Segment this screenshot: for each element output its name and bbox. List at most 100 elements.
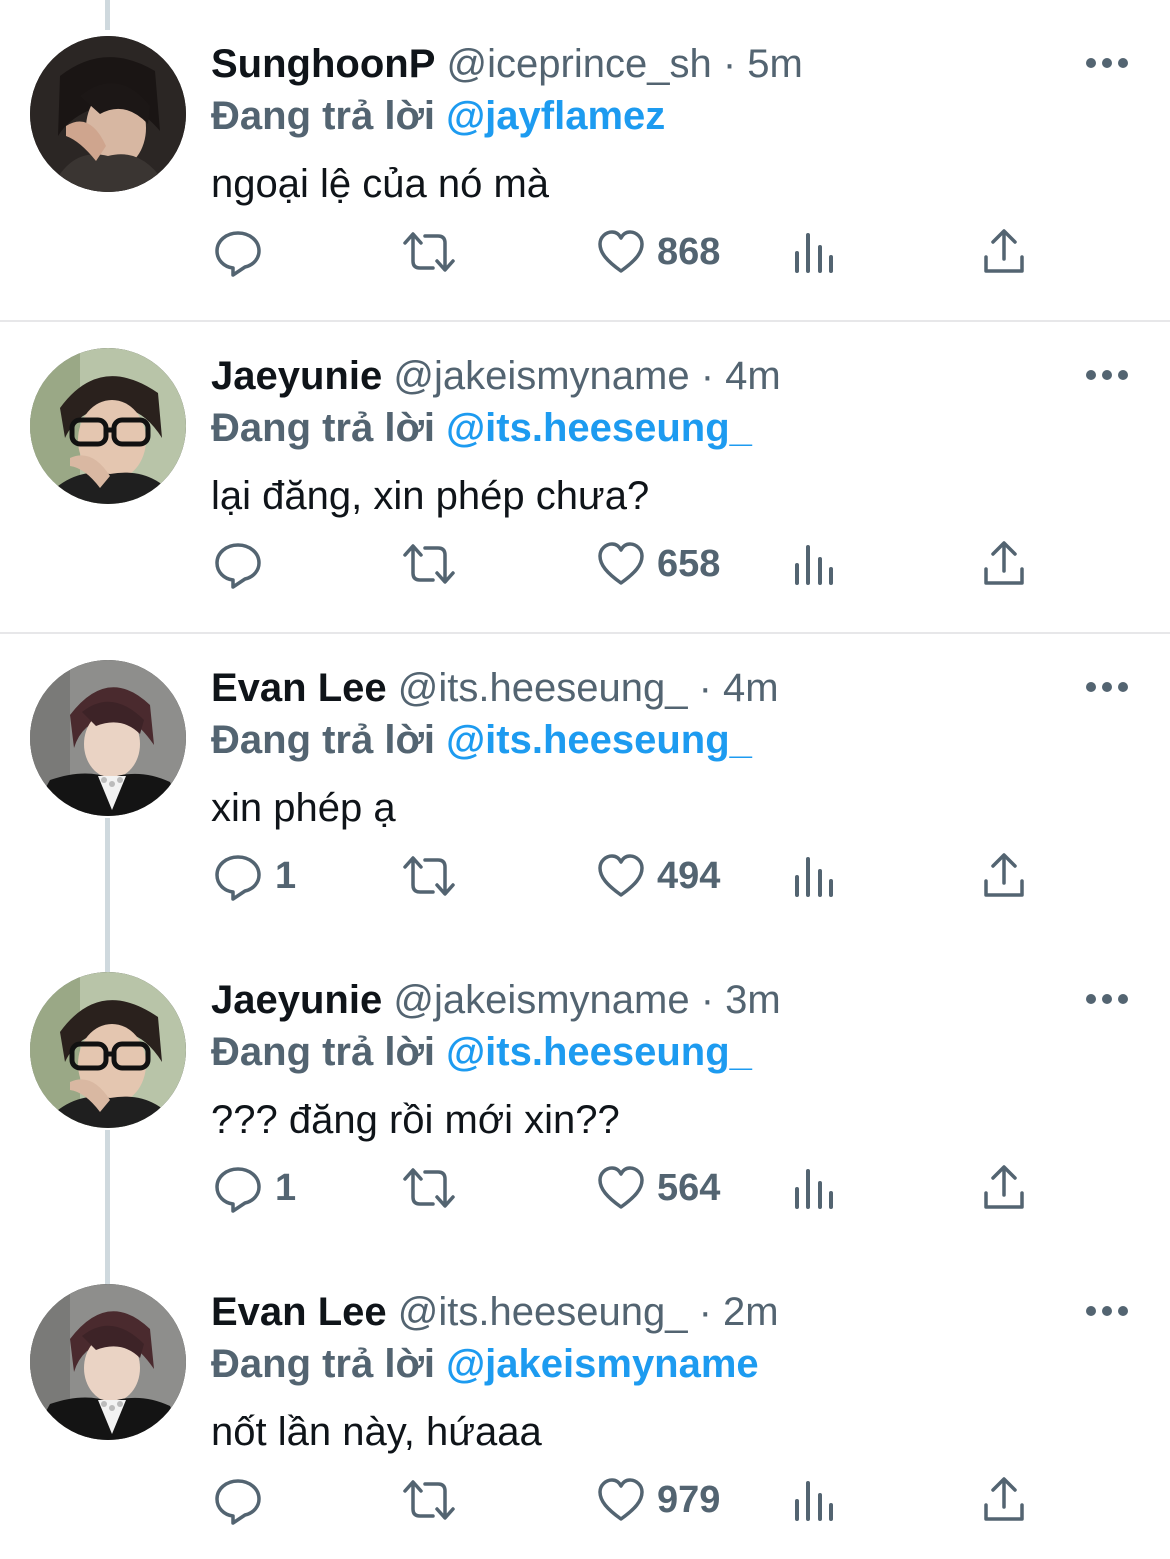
display-name[interactable]: Jaeyunie: [211, 354, 382, 398]
share-button[interactable]: [981, 536, 1027, 592]
username[interactable]: @jakeismyname: [393, 354, 689, 398]
share-icon: [984, 541, 1024, 585]
tweet-actions: 1 564: [0, 1160, 1170, 1216]
heart-icon: [598, 542, 644, 585]
reply-icon: [215, 231, 261, 277]
tweet-text: nốt lần này, hứaaa: [211, 1410, 542, 1454]
reply-button[interactable]: [213, 536, 275, 592]
tweet-header: Jaeyunie @jakeismyname · 3m: [211, 976, 781, 1024]
views-button[interactable]: [792, 848, 836, 904]
timestamp[interactable]: 4m: [725, 354, 781, 398]
reply-count: 1: [275, 855, 297, 897]
more-options-icon[interactable]: [1084, 364, 1130, 386]
share-button[interactable]: [981, 1160, 1027, 1216]
reply-button[interactable]: [213, 224, 275, 280]
tweet-text: ??? đăng rồi mới xin??: [211, 1098, 620, 1142]
tweet-divider: [0, 320, 1170, 322]
analytics-icon: [795, 1481, 833, 1521]
analytics-icon: [795, 233, 833, 273]
replying-to-user[interactable]: @its.heeseung_: [446, 406, 752, 450]
heart-icon: [598, 854, 644, 897]
tweet-divider: [0, 632, 1170, 634]
retweet-icon: [403, 1480, 455, 1520]
share-button[interactable]: [981, 848, 1027, 904]
tweet-text: ngoại lệ của nó mà: [211, 162, 550, 206]
avatar[interactable]: [30, 660, 186, 816]
reply-icon: [215, 1479, 261, 1525]
separator: ·: [722, 42, 737, 86]
tweet-header: SunghoonP @iceprince_sh · 5m: [211, 40, 803, 88]
share-button[interactable]: [981, 224, 1027, 280]
retweet-button[interactable]: [400, 1472, 470, 1528]
more-options-icon[interactable]: [1084, 1300, 1130, 1322]
reply-icon: [215, 543, 261, 589]
avatar[interactable]: [30, 36, 186, 192]
retweet-button[interactable]: [400, 536, 470, 592]
tweet-header: Jaeyunie @jakeismyname · 4m: [211, 352, 781, 400]
timestamp[interactable]: 4m: [723, 666, 779, 710]
display-name[interactable]: SunghoonP: [211, 42, 435, 86]
like-button[interactable]: 494: [597, 848, 720, 904]
tweet-header: Evan Lee @its.heeseung_ · 4m: [211, 664, 779, 712]
more-options-icon[interactable]: [1084, 676, 1130, 698]
heart-icon: [598, 1478, 644, 1521]
reply-button[interactable]: 1: [213, 1160, 296, 1216]
retweet-button[interactable]: [400, 224, 470, 280]
analytics-icon: [795, 545, 833, 585]
replying-to-user[interactable]: @its.heeseung_: [446, 1030, 752, 1074]
share-icon: [984, 853, 1024, 897]
replying-to-user[interactable]: @its.heeseung_: [446, 718, 752, 762]
timestamp[interactable]: 5m: [747, 42, 803, 86]
avatar[interactable]: [30, 348, 186, 504]
reply-icon: [215, 855, 261, 901]
more-options-icon[interactable]: [1084, 52, 1130, 74]
separator: ·: [698, 666, 712, 710]
retweet-icon: [403, 544, 455, 584]
views-button[interactable]: [792, 1472, 836, 1528]
share-icon: [984, 229, 1024, 273]
like-count: 868: [657, 231, 721, 273]
replying-to-user[interactable]: @jayflamez: [446, 94, 665, 138]
username[interactable]: @its.heeseung_: [398, 666, 688, 710]
share-icon: [984, 1477, 1024, 1521]
reply-button[interactable]: [213, 1472, 275, 1528]
views-button[interactable]: [792, 536, 836, 592]
views-button[interactable]: [792, 224, 836, 280]
timestamp[interactable]: 3m: [725, 978, 781, 1022]
tweet-actions: 979: [0, 1472, 1170, 1528]
separator: ·: [700, 354, 715, 398]
display-name[interactable]: Jaeyunie: [211, 978, 382, 1022]
display-name[interactable]: Evan Lee: [211, 666, 387, 710]
tweet-actions: 868: [0, 224, 1170, 280]
username[interactable]: @iceprince_sh: [447, 42, 712, 86]
analytics-icon: [795, 1169, 833, 1209]
avatar[interactable]: [30, 1284, 186, 1440]
tweet-text: xin phép ạ: [211, 786, 396, 830]
display-name[interactable]: Evan Lee: [211, 1290, 387, 1334]
analytics-icon: [795, 857, 833, 897]
separator: ·: [700, 978, 715, 1022]
views-button[interactable]: [792, 1160, 836, 1216]
reply-count: 1: [275, 1167, 297, 1209]
like-button[interactable]: 979: [597, 1472, 720, 1528]
share-icon: [984, 1165, 1024, 1209]
retweet-button[interactable]: [400, 1160, 470, 1216]
reply-button[interactable]: 1: [213, 848, 296, 904]
username[interactable]: @jakeismyname: [393, 978, 689, 1022]
replying-to-label: Đang trả lời: [211, 1030, 436, 1074]
like-button[interactable]: 868: [597, 224, 720, 280]
username[interactable]: @its.heeseung_: [398, 1290, 688, 1334]
retweet-button[interactable]: [400, 848, 470, 904]
heart-icon: [598, 1166, 644, 1209]
replying-to-user[interactable]: @jakeismyname: [446, 1342, 759, 1386]
share-button[interactable]: [981, 1472, 1027, 1528]
reply-icon: [215, 1167, 261, 1213]
like-count: 658: [657, 543, 721, 585]
retweet-icon: [403, 232, 455, 272]
like-button[interactable]: 564: [597, 1160, 720, 1216]
like-button[interactable]: 658: [597, 536, 720, 592]
replying-to-label: Đang trả lời: [211, 1342, 436, 1386]
avatar[interactable]: [30, 972, 186, 1128]
more-options-icon[interactable]: [1084, 988, 1130, 1010]
timestamp[interactable]: 2m: [723, 1290, 779, 1334]
